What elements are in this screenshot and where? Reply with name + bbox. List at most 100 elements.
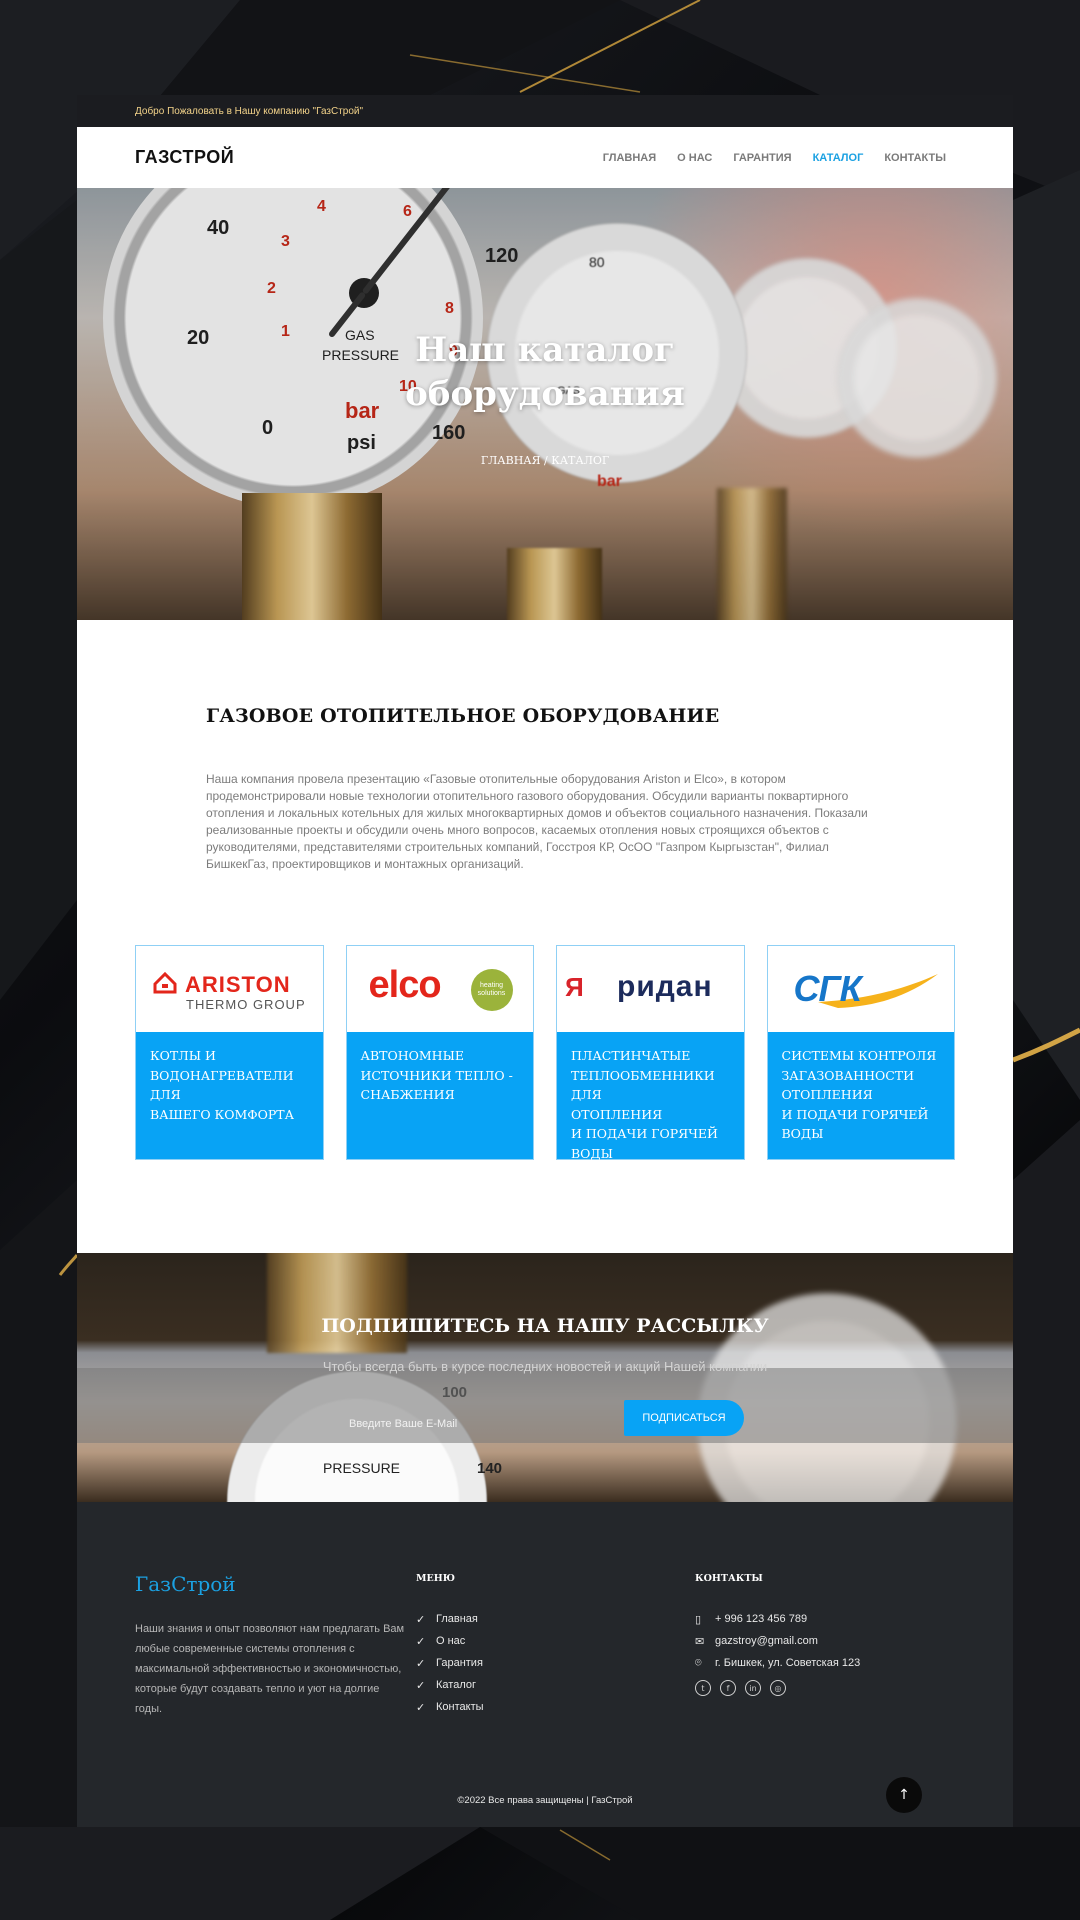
footer-menu-label: О нас bbox=[436, 1635, 466, 1647]
section-text: Наша компания провела презентацию «Газов… bbox=[206, 772, 868, 871]
card-line: ВАШЕГО КОМФОРТА bbox=[150, 1106, 295, 1122]
nav-catalog[interactable]: КАТАЛОГ bbox=[813, 152, 864, 164]
map-pin-icon: ⌾ bbox=[695, 1656, 702, 1669]
check-icon: ✓ bbox=[416, 1701, 426, 1714]
footer-menu-item[interactable]: ✓ Контакты bbox=[416, 1696, 484, 1718]
footer-menu-item[interactable]: ✓ Каталог bbox=[416, 1674, 484, 1696]
newsletter-title: ПОДПИШИТЕСЬ НА НАШУ РАССЫЛКУ bbox=[321, 1315, 769, 1337]
footer-menu-item[interactable]: ✓ О нас bbox=[416, 1630, 484, 1652]
copyright: ©2022 Все права защищены | ГазСтрой bbox=[457, 1795, 633, 1806]
subscribe-button[interactable]: ПОДПИСАТЬСЯ bbox=[624, 1400, 744, 1436]
footer-menu-label: Контакты bbox=[436, 1701, 484, 1713]
top-bar: Добро Пожаловать в Нашу компанию "ГазСтр… bbox=[77, 95, 1013, 127]
nav-contacts[interactable]: КОНТАКТЫ bbox=[884, 152, 946, 164]
sgk-logo: СГК bbox=[768, 946, 955, 1032]
card-description: АВТОНОМНЫЕ ИСТОЧНИКИ ТЕПЛО - СНАБЖЕНИЯ bbox=[346, 1032, 533, 1159]
card-line: СИСТЕМЫ КОНТРОЛЯ bbox=[781, 1048, 937, 1063]
footer-contacts-title: КОНТАКТЫ bbox=[695, 1573, 763, 1584]
nav-about[interactable]: О НАС bbox=[677, 152, 712, 164]
ariston-logo: ARISTON THERMO GROUP bbox=[136, 946, 323, 1032]
card-ridan[interactable]: R ридан ПЛАСТИНЧАТЫЕ ТЕПЛООБМЕННИКИ ДЛЯ … bbox=[556, 945, 745, 1161]
contact-email-text: gazstroy@gmail.com bbox=[715, 1635, 818, 1647]
footer-menu-item[interactable]: ✓ Главная bbox=[416, 1608, 484, 1630]
footer-menu: ✓ Главная ✓ О нас ✓ Гарантия ✓ Каталог ✓ Конт… bbox=[416, 1608, 484, 1718]
card-ariston[interactable]: ARISTON THERMO GROUP КОТЛЫ И ВОДОНАГРЕВА… bbox=[135, 945, 324, 1160]
main-nav: ГЛАВНАЯ О НАС ГАРАНТИЯ КАТАЛОГ КОНТАКТЫ bbox=[603, 152, 946, 164]
elco-logo: elco heating solutions bbox=[347, 946, 534, 1032]
contact-phone[interactable]: ▯ + 996 123 456 789 bbox=[695, 1608, 860, 1630]
footer-menu-label: Каталог bbox=[436, 1679, 476, 1691]
newsletter-subtitle: Чтобы всегда быть в курсе последних ново… bbox=[322, 1359, 768, 1374]
phone-icon: ▯ bbox=[695, 1613, 702, 1626]
card-line: СНАБЖЕНИЯ bbox=[360, 1087, 455, 1102]
linkedin-icon[interactable]: in bbox=[745, 1680, 761, 1696]
gauge-fitting bbox=[267, 1253, 407, 1353]
footer-menu-item[interactable]: ✓ Гарантия bbox=[416, 1652, 484, 1674]
card-line: КОТЛЫ И bbox=[150, 1048, 216, 1063]
gauge-tick-label: 140 bbox=[477, 1460, 503, 1477]
footer-about-text: Наши знания и опыт позволяют нам предлаг… bbox=[135, 1623, 405, 1715]
ariston-logo-subtext: THERMO GROUP bbox=[186, 997, 306, 1012]
nav-home[interactable]: ГЛАВНАЯ bbox=[603, 152, 656, 164]
hero-banner: 80 GAS bar 40 20 0 120 160 1 2 3 4 6 8 9… bbox=[77, 188, 1013, 620]
hero-title-line: оборудования bbox=[405, 374, 685, 415]
card-line: ИСТОЧНИКИ ТЕПЛО - bbox=[360, 1067, 513, 1083]
card-line: ВОДОНАГРЕВАТЕЛИ ДЛЯ bbox=[150, 1067, 294, 1103]
card-line: ОТОПЛЕНИЯ bbox=[781, 1087, 873, 1102]
check-icon: ✓ bbox=[416, 1657, 426, 1670]
contact-address-text: г. Бишкек, ул. Советская 123 bbox=[715, 1657, 861, 1669]
instagram-icon[interactable]: ◎ bbox=[770, 1680, 786, 1696]
brand-cards: ARISTON THERMO GROUP КОТЛЫ И ВОДОНАГРЕВА… bbox=[77, 873, 1013, 1161]
elco-logo-badge: heating solutions bbox=[470, 969, 513, 1011]
nav-guarantee[interactable]: ГАРАНТИЯ bbox=[733, 152, 791, 164]
ariston-logo-text: ARISTON bbox=[185, 972, 291, 997]
twitter-icon[interactable]: t bbox=[695, 1680, 711, 1696]
ridan-logo-mark: R bbox=[565, 972, 584, 1002]
contact-phone-text: + 996 123 456 789 bbox=[715, 1613, 808, 1625]
card-description: СИСТЕМЫ КОНТРОЛЯ ЗАГАЗОВАННОСТИ ОТОПЛЕНИ… bbox=[767, 1032, 954, 1159]
card-line: ПЛАСТИНЧАТЫЕ bbox=[571, 1048, 691, 1063]
ridan-logo-text: ридан bbox=[617, 970, 713, 1003]
card-sgk[interactable]: СГК СИСТЕМЫ КОНТРОЛЯ ЗАГАЗОВАННОСТИ ОТОП… bbox=[766, 945, 955, 1160]
card-line: ЗАГАЗОВАННОСТИ bbox=[781, 1067, 915, 1083]
newsletter-section: PRESSURE 100 140 ПОДПИШИТЕСЬ НА НАШУ РАС… bbox=[77, 1253, 1013, 1502]
card-line: ОТОПЛЕНИЯ bbox=[571, 1106, 663, 1122]
card-description: КОТЛЫ И ВОДОНАГРЕВАТЕЛИ ДЛЯ ВАШЕГО КОМФО… bbox=[136, 1032, 323, 1159]
check-icon: ✓ bbox=[416, 1679, 426, 1692]
footer-menu-title: МЕНЮ bbox=[416, 1573, 455, 1584]
contact-address: ⌾ г. Бишкек, ул. Советская 123 bbox=[695, 1652, 860, 1674]
check-icon: ✓ bbox=[416, 1613, 426, 1626]
check-icon: ✓ bbox=[416, 1635, 426, 1648]
facebook-icon[interactable]: f bbox=[720, 1680, 736, 1696]
card-description: ПЛАСТИНЧАТЫЕ ТЕПЛООБМЕННИКИ ДЛЯ ОТОПЛЕНИ… bbox=[557, 1032, 744, 1161]
footer-brand[interactable]: ГазСтрой bbox=[135, 1572, 236, 1596]
card-line: ВОДЫ bbox=[781, 1126, 824, 1141]
footer-menu-label: Главная bbox=[436, 1613, 478, 1625]
catalog-intro: ГАЗОВОЕ ОТОПИТЕЛЬНОЕ ОБОРУДОВАНИЕ Наша к… bbox=[77, 620, 1013, 873]
scroll-to-top-button[interactable]: ↑ bbox=[886, 1777, 922, 1813]
welcome-text: Добро Пожаловать в Нашу компанию "ГазСтр… bbox=[135, 105, 364, 117]
email-input[interactable] bbox=[349, 1413, 629, 1435]
social-links: t f in ◎ bbox=[695, 1680, 786, 1696]
sgk-logo-text: СГК bbox=[793, 968, 862, 1009]
breadcrumb[interactable]: ГЛАВНАЯ / КАТАЛОГ bbox=[77, 454, 1013, 467]
card-elco[interactable]: elco heating solutions АВТОНОМНЫЕ ИСТОЧН… bbox=[345, 945, 534, 1160]
contact-email[interactable]: ✉ gazstroy@gmail.com bbox=[695, 1630, 860, 1652]
gauge-label-pressure: PRESSURE bbox=[323, 1460, 401, 1476]
arrow-up-icon: ↑ bbox=[898, 1787, 910, 1803]
card-line: И ПОДАЧИ ГОРЯЧЕЙ bbox=[571, 1126, 718, 1141]
card-line: И ПОДАЧИ ГОРЯЧЕЙ bbox=[781, 1106, 929, 1122]
page-container: Добро Пожаловать в Нашу компанию "ГазСтр… bbox=[77, 95, 1013, 1827]
header: ГАЗСТРОЙ ГЛАВНАЯ О НАС ГАРАНТИЯ КАТАЛОГ … bbox=[77, 127, 1013, 188]
hero-title-line: Наш каталог bbox=[415, 330, 675, 370]
elco-logo-text: elco bbox=[368, 964, 442, 1006]
ridan-logo: R ридан bbox=[557, 946, 744, 1032]
card-line: ВОДЫ bbox=[571, 1145, 613, 1161]
footer: ГазСтрой Наши знания и опыт позволяют на… bbox=[77, 1502, 1013, 1827]
hero-title: Наш каталог оборудования bbox=[77, 328, 1013, 416]
card-line: ТЕПЛООБМЕННИКИ ДЛЯ bbox=[571, 1067, 715, 1103]
card-line: АВТОНОМНЫЕ bbox=[360, 1048, 465, 1063]
site-logo[interactable]: ГАЗСТРОЙ bbox=[135, 147, 234, 168]
footer-menu-label: Гарантия bbox=[436, 1657, 483, 1669]
footer-contacts: ▯ + 996 123 456 789 ✉ gazstroy@gmail.com ⌾… bbox=[695, 1608, 860, 1674]
